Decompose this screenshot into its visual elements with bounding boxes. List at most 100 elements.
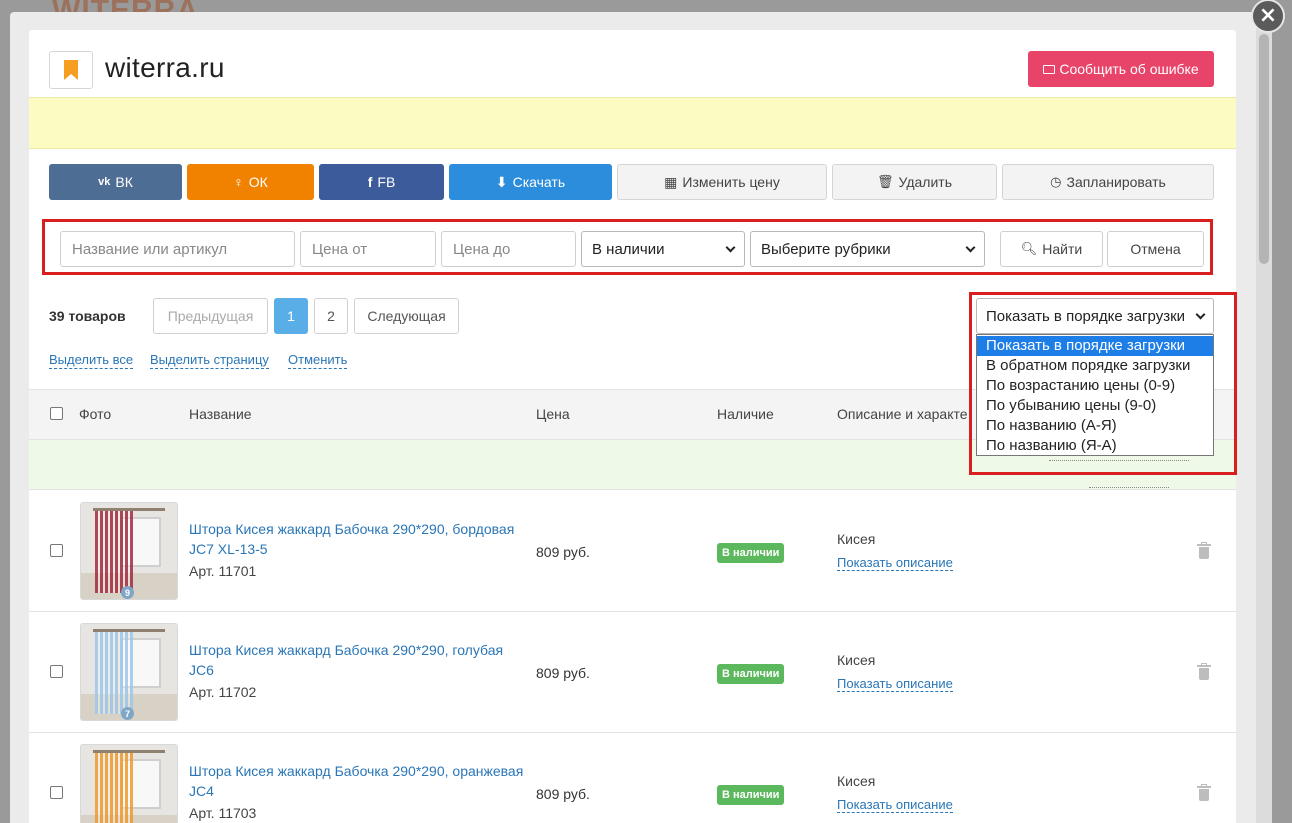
bookmark-icon	[49, 51, 93, 89]
delete-button[interactable]: 🗑 Удалить	[832, 164, 997, 200]
status-badge: В наличии	[717, 785, 785, 805]
chevron-down-icon	[1195, 309, 1206, 319]
trash-icon[interactable]	[1197, 784, 1211, 802]
download-icon: ⬇	[495, 173, 508, 190]
show-description-link[interactable]: Показать описание	[837, 676, 953, 692]
change-price-label: Изменить цену	[682, 174, 780, 190]
column-name: Название	[189, 406, 252, 422]
product-name-link[interactable]: Штора Кисея жаккард Бабочка 290*290, бор…	[189, 519, 529, 559]
next-page-button[interactable]: Следующая	[354, 298, 459, 334]
change-price-button[interactable]: ▦ Изменить цену	[617, 164, 827, 200]
deselect-link[interactable]: Отменить	[288, 352, 348, 369]
calculator-icon: ▦	[664, 173, 678, 190]
availability-select[interactable]: В наличии	[581, 231, 745, 267]
column-description: Описание и характе	[837, 406, 968, 422]
product-price: 809 руб.	[536, 786, 590, 802]
table-row: 7 Штора Кисея жаккард Бабочка 290*290, г…	[29, 612, 1236, 733]
prev-page-button[interactable]: Предыдущая	[153, 298, 268, 334]
product-photo[interactable]: 7	[80, 623, 178, 721]
product-price: 809 руб.	[536, 544, 590, 560]
clock-icon: ◷	[1050, 174, 1062, 189]
share-ok-label: ОК	[248, 174, 268, 190]
product-photo[interactable]: 9	[80, 502, 178, 600]
delete-label: Удалить	[898, 174, 952, 190]
envelope-icon	[1043, 64, 1056, 74]
column-price: Цена	[536, 406, 570, 422]
share-vk-label: ВК	[115, 174, 133, 190]
modal-card: witerra.ru Сообщить об ошибке vk ВК ♀ ОК…	[29, 30, 1237, 823]
photo-count-badge: 7	[121, 707, 134, 720]
search-label: Найти	[1042, 241, 1083, 257]
photo-curtain	[95, 753, 133, 823]
product-description: Кисея	[837, 773, 876, 789]
close-button[interactable]: ×	[1251, 0, 1285, 33]
sort-option[interactable]: Показать в порядке загрузки	[977, 336, 1213, 356]
chevron-down-icon	[965, 242, 976, 252]
facebook-icon: f	[367, 174, 373, 190]
column-availability: Наличие	[717, 406, 774, 422]
name-or-sku-input[interactable]: Название или артикул	[60, 231, 295, 267]
product-name-link[interactable]: Штора Кисея жаккард Бабочка 290*290, ора…	[189, 761, 529, 801]
sort-select[interactable]: Показать в порядке загрузки	[976, 298, 1214, 334]
column-photo: Фото	[79, 406, 112, 422]
page-2-button[interactable]: 2	[314, 298, 348, 334]
page-1-button[interactable]: 1	[274, 298, 308, 334]
product-count: 39 товаров	[49, 308, 126, 324]
sort-option[interactable]: По убыванию цены (9-0)	[977, 396, 1213, 416]
share-ok-button[interactable]: ♀ ОК	[187, 164, 314, 200]
price-to-input[interactable]: Цена до	[441, 231, 576, 267]
row-checkbox[interactable]	[50, 786, 63, 799]
status-badge: В наличии	[717, 543, 785, 563]
notice-bar	[29, 97, 1236, 149]
cancel-button[interactable]: Отмена	[1107, 231, 1204, 267]
sort-options-list: Показать в порядке загрузки В обратном п…	[976, 334, 1214, 456]
download-label: Скачать	[512, 174, 566, 190]
schedule-label: Запланировать	[1066, 174, 1166, 190]
price-from-input[interactable]: Цена от	[300, 231, 436, 267]
cancel-label: Отмена	[1130, 241, 1181, 257]
availability-value: В наличии	[592, 240, 665, 258]
ok-icon: ♀	[233, 174, 244, 190]
search-button[interactable]: 🔍︎ Найти	[1000, 231, 1103, 267]
product-name-link[interactable]: Штора Кисея жаккард Бабочка 290*290, гол…	[189, 640, 529, 680]
select-all-checkbox[interactable]	[50, 407, 63, 420]
table-row: Штора Кисея жаккард Бабочка 290*290, ора…	[29, 733, 1236, 823]
show-description-link[interactable]: Показать описание	[837, 797, 953, 813]
product-article: Арт. 11702	[189, 684, 257, 700]
report-error-label: Сообщить об ошибке	[1059, 61, 1199, 77]
trash-icon[interactable]	[1197, 542, 1211, 560]
product-modal: witerra.ru Сообщить об ошибке vk ВК ♀ ОК…	[10, 12, 1256, 823]
show-description-link[interactable]: Показать описание	[837, 555, 953, 571]
row-checkbox[interactable]	[50, 665, 63, 678]
product-article: Арт. 11701	[189, 563, 257, 579]
category-select[interactable]: Выберите рубрики	[750, 231, 985, 267]
trash-icon: 🗑	[877, 174, 894, 189]
scrollbar-thumb[interactable]	[1259, 34, 1269, 264]
product-price: 809 руб.	[536, 665, 590, 681]
share-fb-label: FB	[377, 174, 396, 190]
divider	[1089, 487, 1169, 488]
share-fb-button[interactable]: f FB	[319, 164, 444, 200]
sort-option[interactable]: По возрастанию цены (0-9)	[977, 376, 1213, 396]
trash-icon[interactable]	[1197, 663, 1211, 681]
product-photo[interactable]	[80, 744, 178, 823]
share-vk-button[interactable]: vk ВК	[49, 164, 182, 200]
report-error-button[interactable]: Сообщить об ошибке	[1028, 51, 1214, 87]
status-badge: В наличии	[717, 664, 785, 684]
row-checkbox[interactable]	[50, 544, 63, 557]
close-icon: ×	[1258, 3, 1278, 28]
site-title: witerra.ru	[105, 52, 225, 83]
category-value: Выберите рубрики	[761, 240, 891, 258]
modal-scrollbar[interactable]	[1256, 24, 1272, 823]
select-all-link[interactable]: Выделить все	[49, 352, 134, 369]
sort-option[interactable]: В обратном порядке загрузки	[977, 356, 1213, 376]
schedule-button[interactable]: ◷ Запланировать	[1002, 164, 1214, 200]
download-button[interactable]: ⬇ Скачать	[449, 164, 612, 200]
product-description: Кисея	[837, 531, 876, 547]
select-page-link[interactable]: Выделить страницу	[150, 352, 269, 369]
sort-option[interactable]: По названию (Я-А)	[977, 436, 1213, 456]
product-description: Кисея	[837, 652, 876, 668]
sort-selected-value: Показать в порядке загрузки	[986, 307, 1186, 325]
sort-option[interactable]: По названию (А-Я)	[977, 416, 1213, 436]
photo-count-badge: 9	[121, 586, 134, 599]
